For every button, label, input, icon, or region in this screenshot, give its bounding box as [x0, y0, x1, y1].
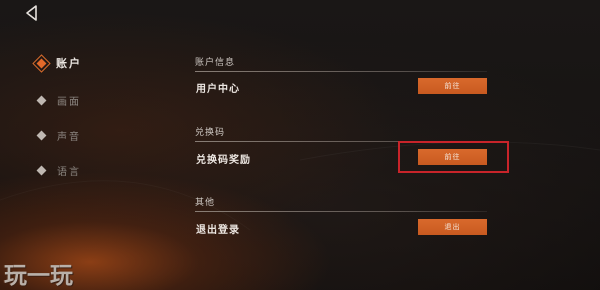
redeem-reward-label: 兑换码奖励: [196, 155, 251, 166]
diamond-icon: [36, 95, 47, 105]
user-center-go-button[interactable]: 前往: [418, 78, 487, 94]
nav-item-display[interactable]: 画面: [34, 91, 81, 109]
nav-item-label: 画面: [57, 96, 81, 108]
logout-button[interactable]: 退出: [418, 219, 487, 235]
section-account-info: 账户信息: [195, 55, 487, 72]
watermark-logo: 玩一玩: [4, 263, 73, 289]
section-title: 其他: [195, 198, 216, 208]
nav-item-label: 声音: [57, 131, 81, 143]
section-other: 其他: [195, 195, 487, 212]
section-title: 兑换码: [195, 128, 226, 138]
active-diamond-icon: [32, 53, 51, 73]
divider: [195, 211, 487, 212]
nav-item-account[interactable]: 账户: [32, 53, 82, 73]
background-decoration: [299, 141, 600, 161]
back-arrow-icon[interactable]: [22, 4, 42, 22]
nav-item-language[interactable]: 语言: [34, 161, 81, 179]
diamond-icon: [36, 165, 47, 175]
logout-label: 退出登录: [196, 225, 240, 236]
nav-item-label: 语言: [57, 166, 81, 178]
nav-item-label: 账户: [56, 57, 82, 70]
diamond-icon: [36, 130, 47, 140]
highlight-box: [398, 141, 509, 173]
nav-item-sound[interactable]: 声音: [34, 126, 81, 144]
section-redeem-code: 兑换码: [195, 125, 487, 142]
section-title: 账户信息: [195, 58, 236, 68]
divider: [195, 71, 487, 72]
user-center-label: 用户中心: [196, 84, 240, 95]
